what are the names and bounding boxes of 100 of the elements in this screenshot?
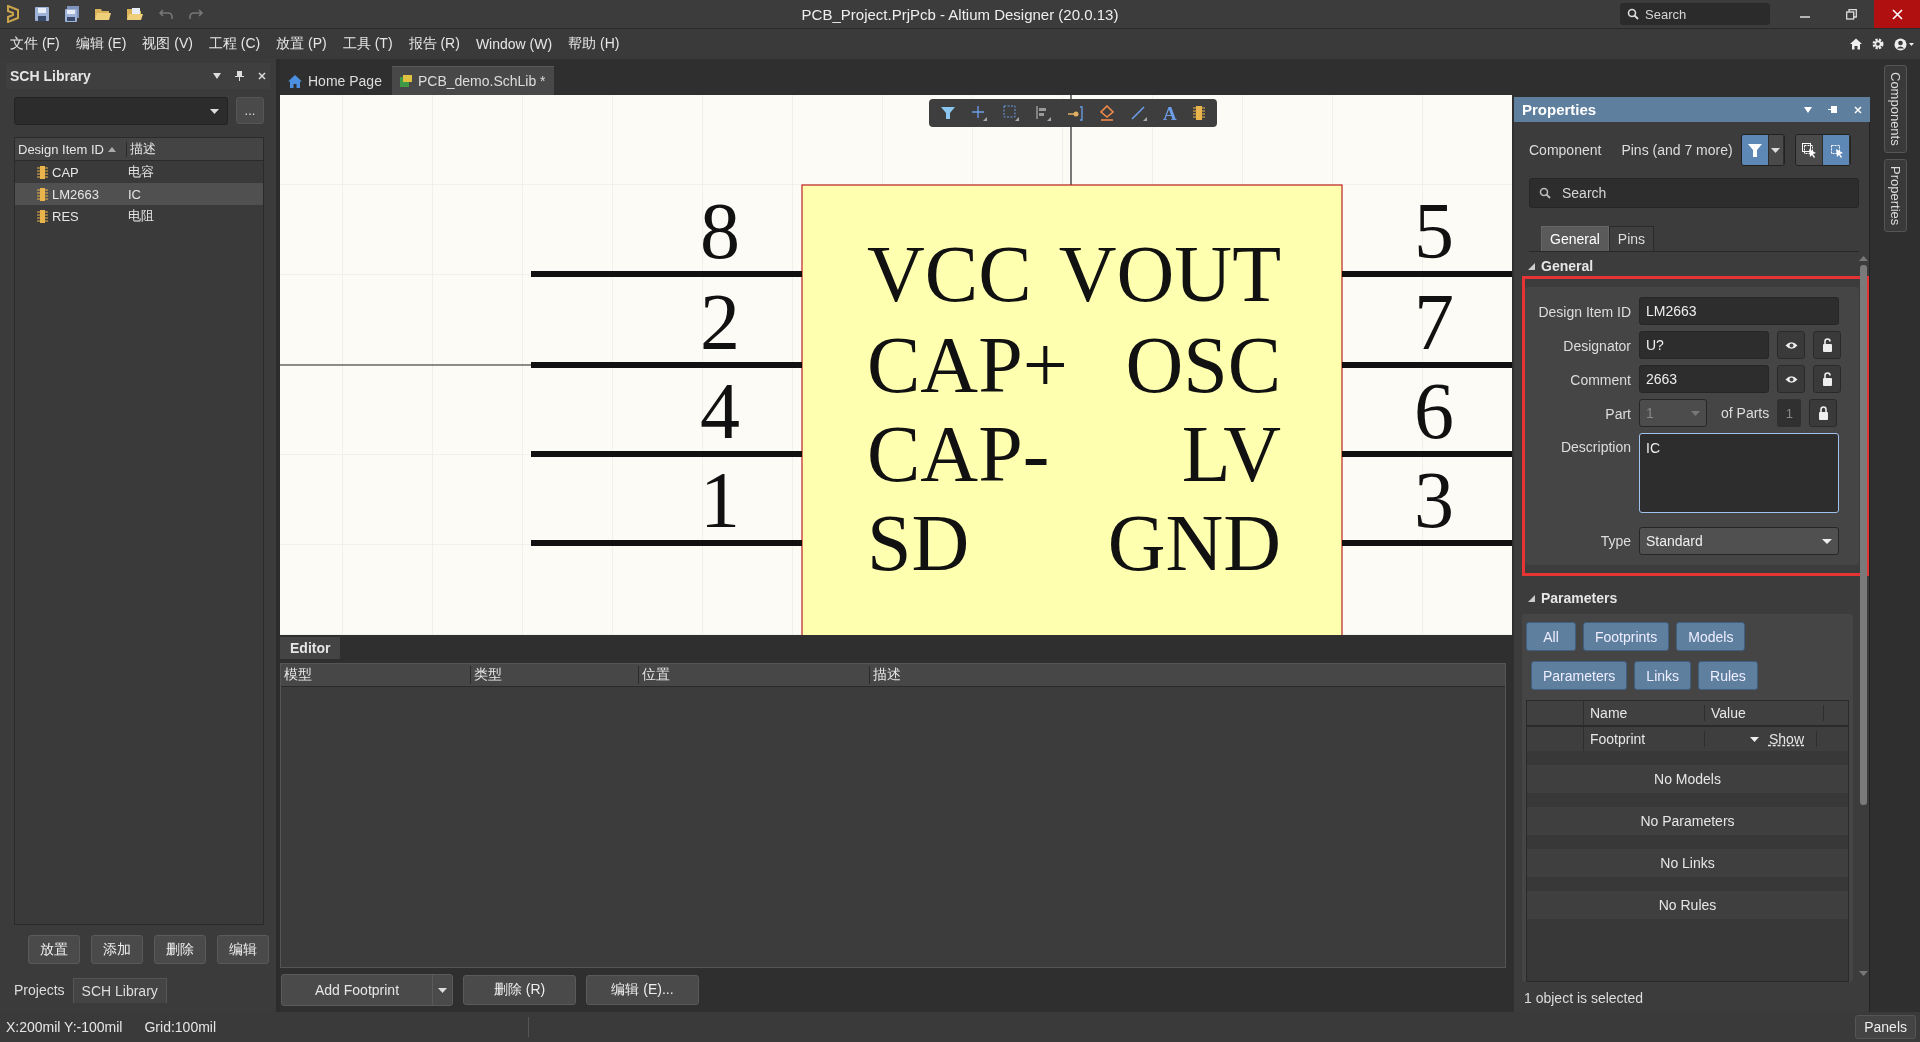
text-tool[interactable]: A (1163, 103, 1177, 123)
text-field[interactable]: LM2663 (1639, 297, 1839, 325)
text-field[interactable]: U? (1639, 331, 1769, 359)
expand-triangle-icon[interactable] (1528, 594, 1535, 602)
show-link[interactable]: Show (1768, 731, 1804, 747)
column-header[interactable]: 描述 (870, 666, 1010, 684)
eye-icon (1784, 374, 1798, 384)
user-icon[interactable] (1894, 37, 1914, 51)
selection-mode-button[interactable] (1796, 135, 1824, 165)
pin-icon[interactable] (1828, 105, 1838, 114)
component-row[interactable]: LM2663 IC (15, 183, 263, 205)
filter-button[interactable]: Links (1634, 661, 1692, 690)
column-header[interactable]: Name (1584, 705, 1705, 721)
search-field[interactable]: Search (1620, 3, 1770, 25)
column-header[interactable]: 模型 (281, 666, 471, 684)
save-icon[interactable] (34, 6, 50, 22)
column-header[interactable]: 类型 (471, 666, 639, 684)
line-tool-icon[interactable] (1131, 105, 1147, 121)
settings-icon[interactable] (1872, 38, 1884, 50)
caret-icon[interactable] (438, 987, 447, 993)
component-icon[interactable] (1192, 105, 1205, 121)
editor-tab[interactable]: Editor (280, 637, 341, 659)
column-header[interactable]: 位置 (639, 666, 870, 684)
filter-button[interactable]: Rules (1698, 661, 1758, 690)
menu-item[interactable]: 报告 (R) (408, 35, 460, 53)
scrollbar-thumb[interactable] (1859, 265, 1867, 805)
add-footprint-button[interactable]: Add Footprint (281, 974, 453, 1006)
panel-button[interactable]: 添加 (91, 935, 143, 964)
selection-mode-button[interactable] (1823, 135, 1850, 165)
side-panel-tab[interactable]: Components (1883, 65, 1907, 153)
filter-button[interactable] (1741, 135, 1769, 165)
align-icon[interactable] (1035, 105, 1051, 121)
side-panel-tab[interactable]: Properties (1883, 158, 1907, 232)
select-cursor-icon (1828, 142, 1844, 158)
tab[interactable]: General (1541, 226, 1609, 251)
dropdown-arrow-icon[interactable] (1804, 106, 1812, 113)
menu-item[interactable]: 工程 (C) (208, 35, 261, 53)
search-field[interactable]: Search (1529, 178, 1859, 208)
document-tab[interactable]: Home Page (280, 67, 390, 95)
panel-tab[interactable]: Projects (6, 978, 73, 1003)
delete-button[interactable]: 删除 (R) (463, 975, 576, 1005)
pin-tool-icon[interactable] (1067, 105, 1083, 121)
panel-button[interactable]: 放置 (28, 935, 80, 964)
lock-button[interactable] (1813, 331, 1841, 359)
scroll-down-icon[interactable] (1858, 971, 1868, 976)
panels-button[interactable]: Panels (1855, 1015, 1916, 1039)
pin-name: VOUT (1058, 230, 1281, 318)
component-body[interactable] (801, 184, 1343, 635)
filter-icon[interactable] (941, 107, 955, 119)
scroll-up-icon[interactable] (1858, 256, 1868, 261)
redo-icon[interactable] (188, 7, 204, 21)
filter-button[interactable]: Models (1676, 622, 1746, 651)
home-icon (288, 74, 302, 88)
menu-item[interactable]: 帮助 (H) (568, 35, 620, 53)
open-folder-icon[interactable] (94, 6, 112, 22)
filter-button[interactable]: Parameters (1531, 661, 1628, 690)
visibility-button[interactable] (1777, 331, 1805, 359)
panel-button[interactable]: 编辑 (217, 935, 269, 964)
empty-section: No Models (1527, 765, 1848, 793)
app-logo-icon[interactable] (6, 5, 20, 23)
select-area-icon[interactable] (1003, 105, 1019, 121)
close-icon[interactable] (258, 72, 266, 80)
column-header[interactable]: Design Item ID (15, 141, 127, 157)
component-row[interactable]: CAP 电容 (15, 161, 263, 183)
filter-button[interactable]: All (1526, 622, 1576, 651)
lock-button[interactable] (1813, 365, 1841, 393)
pin-number: 5 (1414, 187, 1454, 275)
caret-icon[interactable] (1749, 736, 1759, 742)
expand-triangle-icon[interactable] (1528, 262, 1535, 270)
open-project-icon[interactable] (126, 6, 144, 22)
lock-button[interactable] (1809, 399, 1838, 427)
component-row[interactable]: RES 电阻 (15, 205, 263, 227)
save-all-icon[interactable] (64, 6, 80, 22)
document-tab[interactable]: PCB_demo.SchLib * (391, 66, 554, 95)
pin-icon[interactable] (235, 71, 244, 81)
browse-button[interactable]: ... (236, 97, 264, 124)
type-dropdown[interactable]: Standard (1639, 527, 1839, 555)
column-header[interactable]: 描述 (127, 140, 156, 158)
menu-item[interactable]: Window (W) (475, 36, 553, 52)
panel-tab[interactable]: SCH Library (72, 978, 167, 1003)
component-id: LM2663 (52, 186, 100, 202)
column-header[interactable]: Value (1705, 705, 1824, 721)
description-field[interactable]: IC (1639, 433, 1839, 513)
edit-button[interactable]: 编辑 (E)... (586, 975, 699, 1005)
restore-icon[interactable] (1845, 8, 1857, 20)
menu-item[interactable]: 工具 (T) (342, 35, 393, 53)
text-field[interactable]: 2663 (1639, 365, 1769, 393)
menu-item[interactable]: 放置 (P) (276, 35, 327, 53)
eraser-icon[interactable] (1099, 105, 1115, 121)
menu-item[interactable]: 编辑 (E) (75, 35, 127, 53)
home-icon[interactable] (1850, 38, 1862, 50)
filter-button[interactable]: Footprints (1583, 622, 1670, 651)
undo-icon[interactable] (158, 7, 174, 21)
tab[interactable]: Pins (1608, 226, 1655, 251)
panel-button[interactable]: 删除 (154, 935, 206, 964)
crosshair-icon[interactable] (971, 105, 987, 121)
visibility-button[interactable] (1777, 365, 1805, 393)
dropdown-arrow-icon[interactable] (213, 73, 221, 79)
menu-item[interactable]: 文件 (F) (10, 35, 60, 53)
menu-item[interactable]: 视图 (V) (142, 35, 193, 53)
